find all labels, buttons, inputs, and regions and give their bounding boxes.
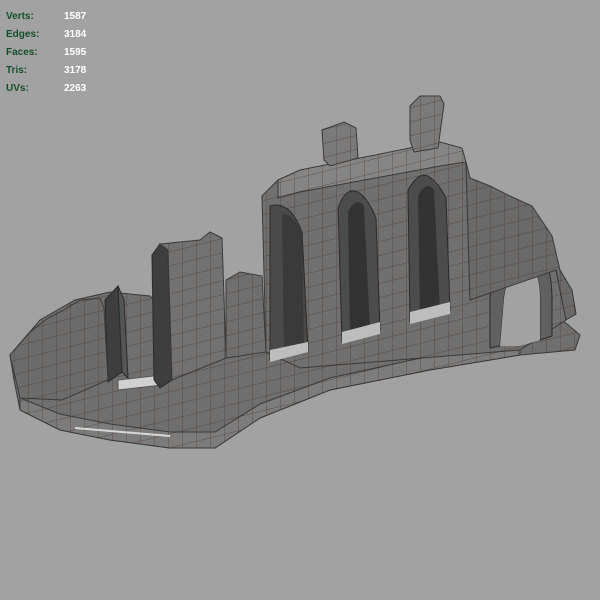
stat-value: 1587 <box>64 11 87 22</box>
stat-uvs: UVs: 2263 <box>6 80 86 98</box>
stat-verts: Verts: 1587 <box>6 8 86 26</box>
ruin-wall-mesh[interactable] <box>0 0 600 600</box>
stat-label: Verts: <box>6 11 34 22</box>
stat-edges: Edges: 3184 <box>6 26 86 44</box>
stat-label: Faces: <box>6 47 38 58</box>
3d-viewport[interactable]: Verts: 1587 Edges: 3184 Faces: 1595 Tris… <box>0 0 600 600</box>
stat-label: Tris: <box>6 65 28 76</box>
stat-value: 3184 <box>64 29 87 40</box>
stat-value: 3178 <box>64 65 87 76</box>
stat-label: UVs: <box>6 83 29 94</box>
stat-faces: Faces: 1595 <box>6 44 86 62</box>
poly-count-stats: Verts: 1587 Edges: 3184 Faces: 1595 Tris… <box>6 8 86 98</box>
stat-value: 2263 <box>64 83 87 94</box>
stat-tris: Tris: 3178 <box>6 62 86 80</box>
stat-label: Edges: <box>6 29 40 40</box>
stat-value: 1595 <box>64 47 87 58</box>
